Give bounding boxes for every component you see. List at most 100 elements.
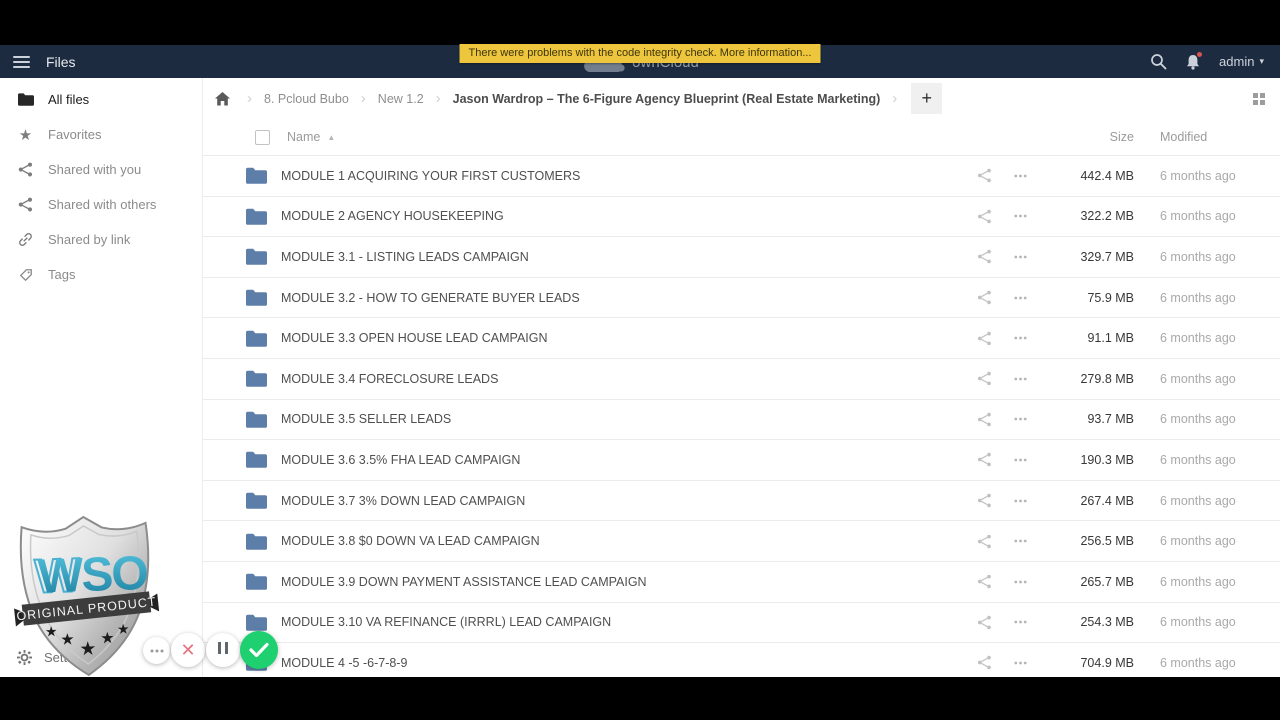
share-icon[interactable] bbox=[966, 493, 1002, 508]
recorder-more-button[interactable] bbox=[143, 637, 170, 664]
file-name[interactable]: MODULE 3.1 - LISTING LEADS CAMPAIGN bbox=[281, 250, 966, 264]
file-name[interactable]: MODULE 3.10 VA REFINANCE (IRRRL) LEAD CA… bbox=[281, 615, 966, 629]
folder-icon bbox=[246, 208, 267, 225]
file-row[interactable]: MODULE 3.5 SELLER LEADS 93.7 MB 6 months… bbox=[203, 399, 1280, 441]
notifications-bell-icon[interactable] bbox=[1186, 51, 1203, 70]
share-icon[interactable] bbox=[966, 412, 1002, 427]
file-size: 279.8 MB bbox=[1080, 371, 1134, 386]
sidebar-nav: All files ★ Favorites Shared with you Sh… bbox=[0, 82, 202, 292]
folder-icon bbox=[246, 370, 267, 388]
folder-icon bbox=[246, 573, 267, 591]
file-row[interactable]: MODULE 3.2 - HOW TO GENERATE BUYER LEADS… bbox=[203, 277, 1280, 319]
more-actions-icon[interactable] bbox=[1002, 214, 1038, 218]
file-row[interactable]: MODULE 3.1 - LISTING LEADS CAMPAIGN 329.… bbox=[203, 237, 1280, 278]
settings-label: Settings bbox=[44, 650, 91, 665]
file-name[interactable]: MODULE 3.4 FORECLOSURE LEADS bbox=[281, 372, 966, 386]
more-actions-icon[interactable] bbox=[1002, 255, 1038, 259]
more-actions-icon[interactable] bbox=[1002, 417, 1038, 421]
share-icon[interactable] bbox=[966, 249, 1002, 264]
share-icon[interactable] bbox=[966, 655, 1002, 670]
more-actions-icon[interactable] bbox=[1002, 296, 1038, 300]
sidebar-item-tags[interactable]: Tags bbox=[0, 257, 202, 292]
share-icon[interactable] bbox=[966, 209, 1002, 224]
code-integrity-warning-banner[interactable]: There were problems with the code integr… bbox=[459, 44, 821, 63]
home-icon[interactable] bbox=[210, 91, 235, 106]
file-modified: 6 months ago bbox=[1160, 371, 1236, 386]
recorder-cancel-button[interactable]: ✕ bbox=[171, 633, 205, 667]
share-icon[interactable] bbox=[966, 615, 1002, 630]
folder-icon bbox=[246, 330, 267, 347]
share-icon[interactable] bbox=[966, 452, 1002, 467]
file-row[interactable]: MODULE 3.3 OPEN HOUSE LEAD CAMPAIGN 91.1… bbox=[203, 318, 1280, 359]
file-modified: 6 months ago bbox=[1160, 493, 1236, 508]
file-name[interactable]: MODULE 3.2 - HOW TO GENERATE BUYER LEADS bbox=[281, 291, 966, 305]
folder-icon bbox=[246, 533, 267, 550]
user-menu[interactable]: admin ▾ bbox=[1219, 54, 1264, 69]
file-name[interactable]: MODULE 2 AGENCY HOUSEKEEPING bbox=[281, 209, 966, 223]
more-actions-icon[interactable] bbox=[1002, 336, 1038, 340]
file-row[interactable]: MODULE 1 ACQUIRING YOUR FIRST CUSTOMERS … bbox=[203, 156, 1280, 197]
column-header-modified[interactable]: Modified bbox=[1134, 130, 1280, 144]
share-icon[interactable] bbox=[966, 290, 1002, 305]
search-icon[interactable] bbox=[1150, 53, 1167, 70]
more-actions-icon[interactable] bbox=[1002, 499, 1038, 503]
close-icon: ✕ bbox=[180, 639, 196, 660]
share-icon[interactable] bbox=[966, 331, 1002, 346]
select-all-checkbox[interactable] bbox=[255, 129, 270, 145]
column-header-name[interactable]: Name bbox=[287, 130, 320, 144]
settings-button[interactable]: Settings bbox=[17, 650, 91, 665]
share-icon[interactable] bbox=[966, 168, 1002, 183]
more-actions-icon[interactable] bbox=[1002, 580, 1038, 584]
more-actions-icon[interactable] bbox=[1002, 661, 1038, 665]
folder-icon bbox=[246, 492, 267, 509]
file-name[interactable]: MODULE 3.8 $0 DOWN VA LEAD CAMPAIGN bbox=[281, 534, 966, 548]
file-row[interactable]: MODULE 3.8 $0 DOWN VA LEAD CAMPAIGN 256.… bbox=[203, 521, 1280, 562]
sidebar-item-shared-with-you[interactable]: Shared with you bbox=[0, 152, 202, 187]
file-row[interactable]: MODULE 3.4 FORECLOSURE LEADS 279.8 MB 6 … bbox=[203, 358, 1280, 400]
recorder-finish-button[interactable] bbox=[240, 631, 278, 669]
share-icon bbox=[17, 197, 34, 212]
more-actions-icon[interactable] bbox=[1002, 539, 1038, 543]
file-name[interactable]: MODULE 3.3 OPEN HOUSE LEAD CAMPAIGN bbox=[281, 331, 966, 345]
more-actions-icon[interactable] bbox=[1002, 174, 1038, 178]
share-icon[interactable] bbox=[966, 371, 1002, 386]
file-row[interactable]: MODULE 4 -5 -6-7-8-9 704.9 MB 6 months a… bbox=[203, 643, 1280, 677]
file-list-panel: › 8. Pcloud Bubo › New 1.2 › Jason Wardr… bbox=[203, 78, 1280, 677]
sort-ascending-icon: ▲ bbox=[327, 132, 336, 142]
column-header-size[interactable]: Size bbox=[1038, 130, 1134, 144]
file-row[interactable]: MODULE 3.7 3% DOWN LEAD CAMPAIGN 267.4 M… bbox=[203, 480, 1280, 522]
file-name[interactable]: MODULE 3.5 SELLER LEADS bbox=[281, 412, 966, 426]
file-row[interactable]: MODULE 2 AGENCY HOUSEKEEPING 322.2 MB 6 … bbox=[203, 196, 1280, 238]
user-name: admin bbox=[1219, 54, 1255, 69]
share-icon[interactable] bbox=[966, 534, 1002, 549]
file-name[interactable]: MODULE 3.9 DOWN PAYMENT ASSISTANCE LEAD … bbox=[281, 575, 966, 589]
folder-icon bbox=[17, 93, 34, 106]
file-name[interactable]: MODULE 1 ACQUIRING YOUR FIRST CUSTOMERS bbox=[281, 169, 966, 183]
breadcrumb-item[interactable]: 8. Pcloud Bubo bbox=[264, 92, 349, 106]
file-modified: 6 months ago bbox=[1160, 209, 1236, 224]
new-file-button[interactable]: + bbox=[911, 83, 943, 114]
sidebar-item-favorites[interactable]: ★ Favorites bbox=[0, 117, 202, 152]
file-name[interactable]: MODULE 3.7 3% DOWN LEAD CAMPAIGN bbox=[281, 494, 966, 508]
file-row[interactable]: MODULE 3.9 DOWN PAYMENT ASSISTANCE LEAD … bbox=[203, 561, 1280, 603]
share-icon[interactable] bbox=[966, 574, 1002, 589]
file-modified: 6 months ago bbox=[1160, 290, 1236, 305]
pause-icon bbox=[216, 641, 230, 659]
file-modified: 6 months ago bbox=[1160, 331, 1236, 346]
recorder-pause-button[interactable] bbox=[206, 633, 240, 667]
file-row[interactable]: MODULE 3.10 VA REFINANCE (IRRRL) LEAD CA… bbox=[203, 602, 1280, 644]
file-row[interactable]: MODULE 3.6 3.5% FHA LEAD CAMPAIGN 190.3 … bbox=[203, 440, 1280, 481]
hamburger-menu-icon[interactable] bbox=[13, 55, 30, 68]
sidebar-item-all-files[interactable]: All files bbox=[0, 82, 202, 117]
breadcrumb-item-current[interactable]: Jason Wardrop – The 6-Figure Agency Blue… bbox=[453, 92, 881, 106]
more-actions-icon[interactable] bbox=[1002, 458, 1038, 462]
breadcrumb-item[interactable]: New 1.2 bbox=[378, 92, 424, 106]
file-name[interactable]: MODULE 3.6 3.5% FHA LEAD CAMPAIGN bbox=[281, 453, 966, 467]
file-modified: 6 months ago bbox=[1160, 574, 1236, 589]
more-actions-icon[interactable] bbox=[1002, 620, 1038, 624]
sidebar-item-shared-with-others[interactable]: Shared with others bbox=[0, 187, 202, 222]
file-name[interactable]: MODULE 4 -5 -6-7-8-9 bbox=[281, 656, 966, 670]
more-actions-icon[interactable] bbox=[1002, 377, 1038, 381]
grid-view-toggle-icon[interactable] bbox=[1253, 92, 1265, 105]
sidebar-item-shared-by-link[interactable]: Shared by link bbox=[0, 222, 202, 257]
